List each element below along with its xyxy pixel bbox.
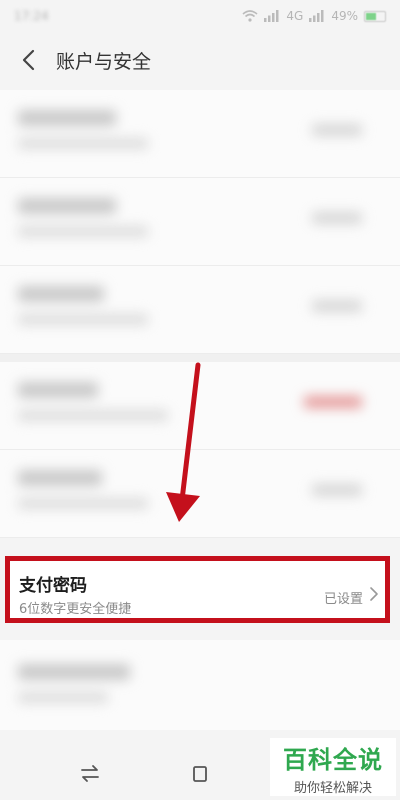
list-item[interactable]: [0, 178, 400, 266]
battery-percent: 49%: [331, 9, 358, 23]
switch-arrows-icon[interactable]: [78, 762, 102, 786]
chevron-right-icon: [370, 587, 378, 601]
status-icons: 4G 49%: [242, 9, 386, 23]
signal-icon: [309, 10, 324, 22]
back-button[interactable]: [14, 40, 42, 80]
app-header: 账户与安全: [0, 32, 400, 88]
watermark: 百科全说 助你轻松解决: [270, 738, 396, 796]
watermark-subtitle: 助你轻松解决: [293, 781, 372, 796]
payment-password-title: 支付密码: [19, 576, 87, 596]
list-item[interactable]: [0, 450, 400, 538]
list-item[interactable]: [0, 362, 400, 450]
chevron-left-icon: [22, 49, 35, 71]
signal-icon: [264, 10, 279, 22]
list-item[interactable]: [0, 90, 400, 178]
status-bar: 17:24 4G 49%: [0, 0, 400, 32]
square-icon[interactable]: [188, 762, 212, 786]
list-item[interactable]: [0, 266, 400, 354]
page-title: 账户与安全: [56, 50, 152, 73]
settings-list: [0, 90, 400, 538]
watermark-title: 百科全说: [283, 746, 383, 774]
list-item[interactable]: [0, 640, 400, 730]
battery-icon: [364, 10, 386, 22]
wifi-icon: [242, 10, 258, 22]
payment-password-item[interactable]: 支付密码 6位数字更安全便捷 已设置: [5, 556, 390, 623]
network-type: 4G: [286, 9, 304, 23]
status-time: 17:24: [14, 9, 49, 23]
payment-password-subtitle: 6位数字更安全便捷: [19, 602, 132, 617]
payment-password-status: 已设置: [323, 592, 363, 607]
